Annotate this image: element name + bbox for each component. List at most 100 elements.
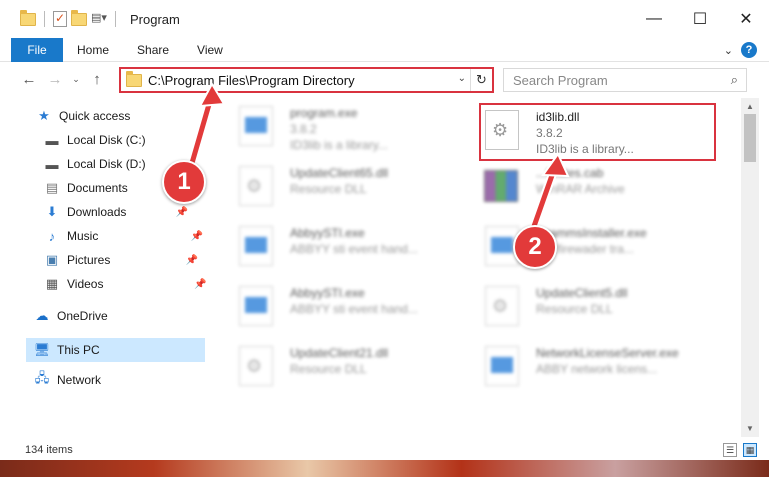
drive-icon: ▬ [45,156,59,172]
pin-icon[interactable]: 📌 [186,255,198,266]
sidebar-item-documents[interactable]: ▤ Documents [44,176,128,200]
divider [44,11,45,27]
file-name: UpdateClient65.dll [290,166,389,180]
properties-icon[interactable] [53,11,67,27]
pin-icon[interactable]: 📌 [176,207,188,218]
ribbon-right: ⌄ ? [724,42,757,58]
details-view-icon[interactable]: ☰ [723,443,737,457]
close-button[interactable]: ✕ [723,0,769,38]
maximize-button[interactable]: ☐ [677,0,723,38]
archive-icon [480,166,524,210]
file-detail: ABBYY sti event hand... [290,302,418,316]
cloud-icon: ☁ [35,308,49,323]
dll-icon: ⚙ [234,346,278,390]
sidebar-item-this-pc[interactable]: 🖥 This PC [34,338,100,362]
sidebar-item-label: Local Disk (D:) [67,157,146,171]
file-name: NetworkLicenseServer.exe [536,346,679,360]
sidebar-item-music[interactable]: ♪ Music 📌 [44,224,204,248]
list-item[interactable]: NetworkLicenseServer.exe ABBY network li… [480,342,720,402]
forward-button[interactable]: → [42,71,68,88]
dll-icon: ⚙ [480,286,524,330]
list-item[interactable]: AbbyySTI.exe ABBYY sti event hand... [234,282,474,342]
tab-home[interactable]: Home [63,43,123,57]
scroll-thumb[interactable] [744,114,756,162]
scroll-down-icon[interactable]: ▼ [746,424,754,433]
recent-locations-button[interactable]: ⌄ [68,74,84,85]
window-title: Program [130,11,180,27]
search-input[interactable]: Search Program ⌕ [503,68,747,92]
sidebar-item-downloads[interactable]: ⬇ Downloads 📌 [44,200,189,224]
sidebar-item-onedrive[interactable]: ☁ OneDrive [34,304,108,328]
sidebar-item-label: Local Disk (C:) [67,133,146,147]
tiles-view-icon[interactable]: ▦ [743,443,757,457]
vertical-scrollbar[interactable]: ▲ ▼ [741,98,759,437]
sidebar-item-local-disk-d[interactable]: ▬ Local Disk (D:) [44,152,146,176]
sidebar-item-label: Music [67,229,99,243]
status-bar: 134 items ☰ ▦ [0,440,769,460]
back-button[interactable]: ← [16,71,42,88]
minimize-button[interactable]: — [631,0,677,38]
help-icon[interactable]: ? [741,42,757,58]
sidebar-item-network[interactable]: 🖧 Network [34,368,101,392]
sidebar-item-pictures[interactable]: ▣ Pictures 📌 [44,248,199,272]
quick-access-toolbar: ▤▾ [0,9,120,27]
drive-icon: ▬ [45,132,59,148]
folder-icon[interactable] [20,9,36,26]
list-item[interactable]: ⚙ UpdateClient5.dll Resource DLL [480,282,720,342]
view-toggle: ☰ ▦ [723,443,757,457]
navigation-pane: ★ Quick access ▬ Local Disk (C:) ▬ Local… [0,100,207,437]
sidebar-item-label: Videos [67,277,104,291]
list-item[interactable]: AbbyySTI.exe ABBYY sti event hand... [234,222,474,282]
new-folder-icon[interactable] [71,9,87,26]
expand-ribbon-icon[interactable]: ⌄ [724,44,733,57]
scroll-up-icon[interactable]: ▲ [746,102,754,111]
sidebar-item-videos[interactable]: ▦ Videos 📌 [44,272,207,296]
navigation-bar: ← → ⌄ ↑ C:\Program Files\Program Directo… [0,63,769,96]
sidebar-item-label: This PC [57,343,100,357]
network-icon: 🖧 [34,370,50,385]
file-name: ...ficates.cab [536,166,604,180]
search-icon[interactable]: ⌕ [731,72,738,88]
exe-icon [234,226,278,270]
exe-icon [234,286,278,330]
list-item[interactable]: program.exe 3.8.2 ID3lib is a library... [234,102,474,162]
customize-toolbar-icon[interactable]: ▤▾ [91,11,107,27]
tab-view[interactable]: View [183,43,237,57]
highlight-box [479,103,716,161]
file-detail: ABBYY sti event hand... [290,242,418,256]
search-placeholder: Search Program [513,72,608,88]
download-icon: ⬇ [46,204,58,219]
list-item[interactable]: ...ficates.cab WinRAR Archive [480,162,720,222]
pin-icon[interactable]: 📌 [191,231,203,242]
sidebar-item-label: Pictures [67,253,111,267]
music-icon: ♪ [48,228,56,244]
up-button[interactable]: ↑ [84,71,110,88]
pin-icon[interactable]: 📌 [194,279,206,290]
address-bar[interactable]: C:\Program Files\Program Directory ⌄ ↻ [119,67,494,93]
videos-icon: ▦ [45,276,59,291]
file-detail: WinRAR Archive [536,182,625,196]
exe-icon [480,346,524,390]
sidebar-item-quick-access[interactable]: ★ Quick access [36,104,130,128]
exe-icon [234,106,278,150]
list-item[interactable]: ⚙ UpdateClient21.dll Resource DLL [234,342,474,402]
file-detail: 3.8.2 [290,122,317,136]
file-detail: ID3lib is a library... [290,138,388,152]
sidebar-item-label: Network [57,373,102,387]
address-path[interactable]: C:\Program Files\Program Directory [148,73,355,88]
list-item[interactable]: ⚙ UpdateClient65.dll Resource DLL [234,162,474,222]
window-controls: — ☐ ✕ [631,0,769,38]
tab-file[interactable]: File [11,37,63,62]
sidebar-item-label: Documents [67,181,128,195]
address-dropdown-icon[interactable]: ⌄ [458,73,466,84]
file-detail: Resource DLL [536,302,613,316]
refresh-button[interactable]: ↻ [470,69,492,91]
sidebar-item-local-disk-c[interactable]: ▬ Local Disk (C:) [44,128,146,152]
pc-icon: 🖥 [33,342,51,357]
file-name: AbbyySTI.exe [290,286,365,300]
desktop-background [0,460,769,477]
tab-share[interactable]: Share [123,43,183,57]
file-detail: ABBY network licens... [536,362,658,376]
pictures-icon: ▣ [45,252,59,267]
folder-icon [126,70,142,87]
